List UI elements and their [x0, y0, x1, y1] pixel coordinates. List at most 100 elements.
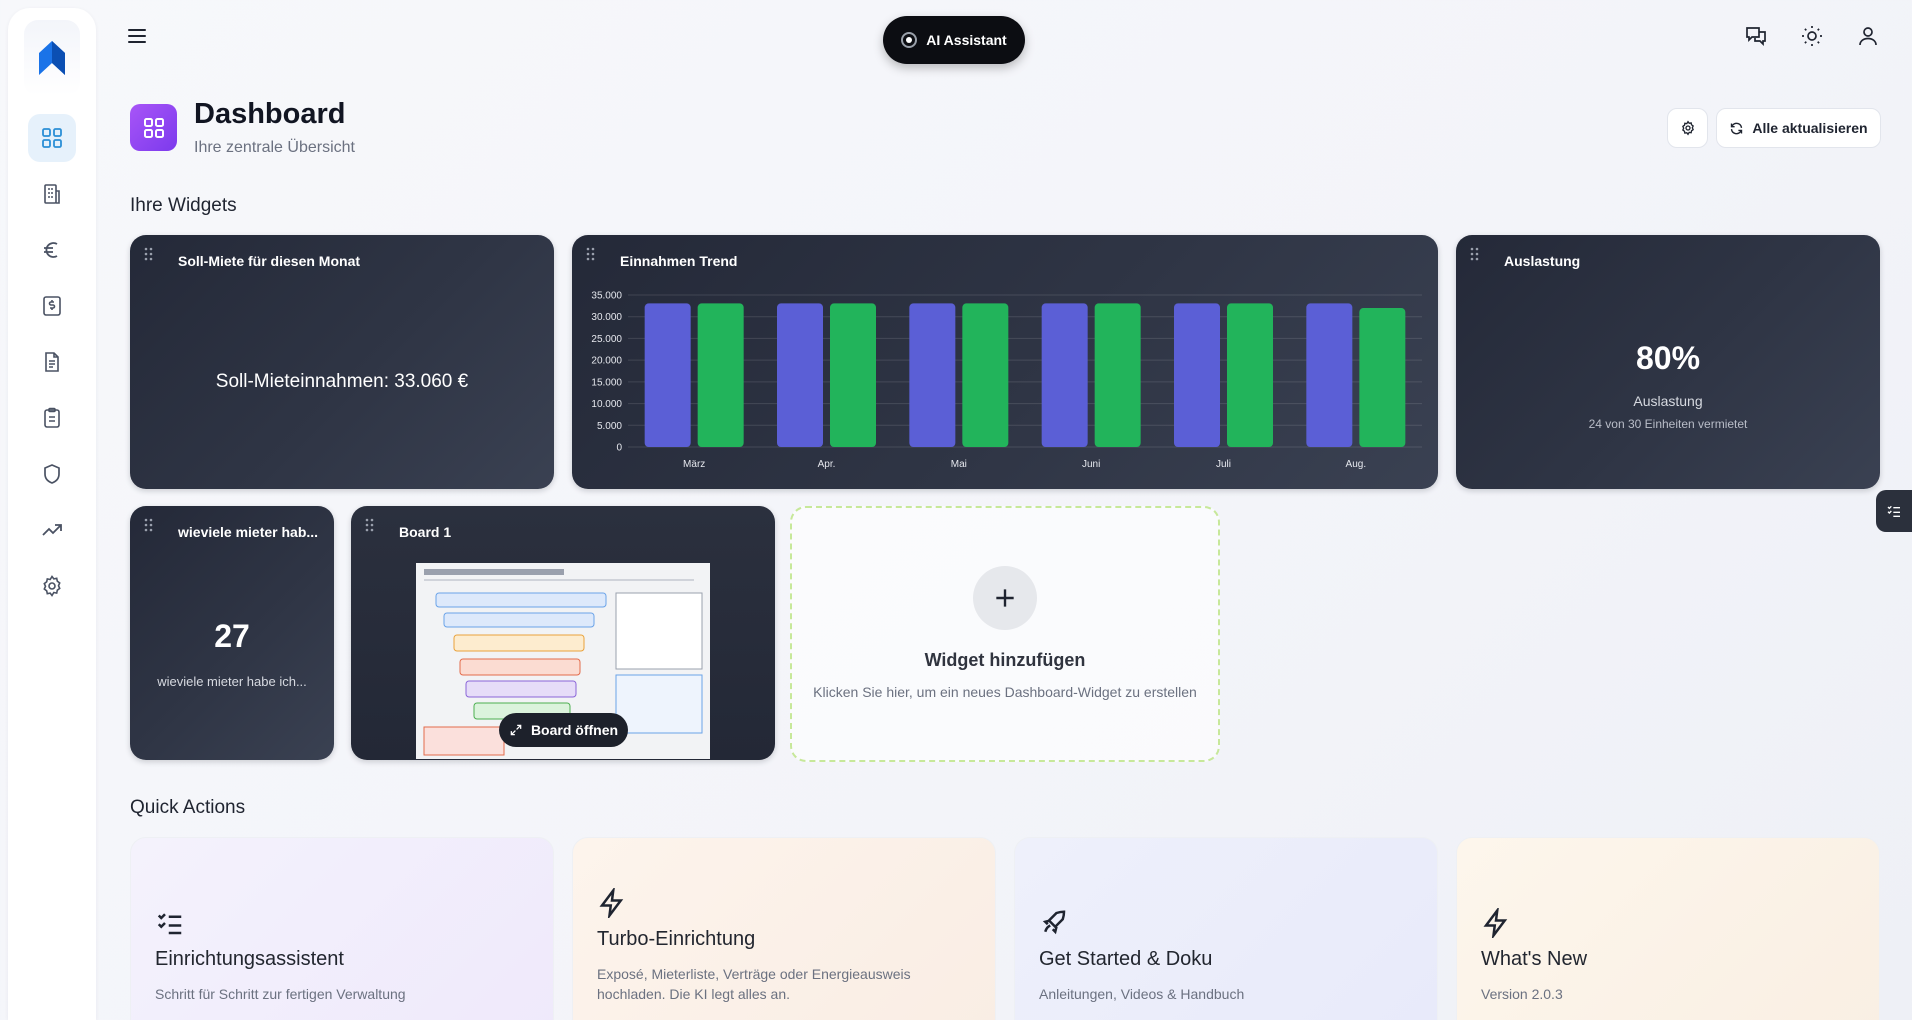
page-icon: [130, 104, 177, 151]
chart-bar[interactable]: [1359, 308, 1406, 447]
ai-assistant-button[interactable]: AI Assistant: [883, 16, 1025, 64]
expand-icon: [510, 724, 522, 736]
add-widget-card[interactable]: Widget hinzufügen Klicken Sie hier, um e…: [790, 506, 1220, 762]
drag-handle-icon[interactable]: [365, 518, 375, 532]
trending-up-icon: [42, 524, 62, 536]
shield-icon: [44, 464, 60, 484]
chart-bar[interactable]: [962, 303, 1009, 447]
rocket-icon: [1042, 910, 1066, 935]
widget-mieter-count[interactable]: wieviele mieter hab... 27 wieviele miete…: [130, 506, 334, 760]
mieter-sub: wieviele mieter habe ich...: [157, 674, 307, 689]
quick-action-subtitle: Version 2.0.3: [1481, 986, 1563, 1002]
quick-action-title: Einrichtungsassistent: [155, 948, 344, 970]
y-tick-label: 25.000: [591, 334, 622, 345]
refresh-all-button[interactable]: Alle aktualisieren: [1716, 108, 1881, 148]
quick-action-subtitle: Schritt für Schritt zur fertigen Verwalt…: [155, 986, 406, 1002]
x-tick-label: Aug.: [1346, 459, 1367, 470]
quick-action-title: Turbo-Einrichtung: [597, 928, 756, 950]
x-tick-label: Juni: [1082, 459, 1100, 470]
side-panel-toggle[interactable]: [1876, 490, 1912, 532]
drag-handle-icon[interactable]: [144, 518, 154, 532]
document-icon: [45, 352, 59, 372]
plus-icon: [996, 589, 1014, 607]
app-logo[interactable]: [24, 20, 80, 96]
y-tick-label: 30.000: [591, 312, 622, 323]
user-icon: [1859, 27, 1877, 46]
clipboard-icon: [44, 407, 60, 428]
widget-auslastung[interactable]: Auslastung 80% Auslastung 24 von 30 Einh…: [1456, 235, 1880, 489]
chart-bar[interactable]: [1227, 303, 1273, 447]
x-tick-label: März: [683, 459, 705, 470]
x-tick-label: Juli: [1216, 459, 1231, 470]
y-tick-label: 5.000: [597, 421, 622, 432]
widget-title: wieviele mieter hab...: [178, 524, 319, 540]
gear-icon: [43, 575, 61, 597]
page-title: Dashboard: [194, 98, 346, 130]
sidebar-item-documents[interactable]: [28, 338, 76, 386]
dashboard-settings-button[interactable]: [1667, 108, 1708, 148]
sidebar-nav: [8, 114, 96, 618]
quick-actions-section-title: Quick Actions: [130, 797, 246, 818]
widget-title: Board 1: [399, 524, 452, 540]
quick-action-subtitle: Anleitungen, Videos & Handbuch: [1039, 986, 1245, 1002]
chart-bar[interactable]: [909, 303, 956, 447]
checklist-icon: [1887, 505, 1900, 517]
refresh-icon: [1731, 122, 1743, 134]
einnahmen-chart: 0 5.000 10.000 15.000 20.000 25.000 30.000 35.0…: [591, 291, 1422, 470]
quick-action-title: What's New: [1481, 948, 1588, 970]
y-tick-label: 35.000: [591, 291, 622, 302]
quick-action-turbo-einrichtung[interactable]: Turbo-Einrichtung Exposé, Mieterliste, V…: [572, 837, 996, 1020]
top-bar: AI Assistant: [104, 0, 1912, 74]
menu-icon: [128, 29, 146, 43]
ai-assistant-label: AI Assistant: [926, 32, 1007, 48]
chat-icon: [1746, 27, 1766, 47]
chart-bar[interactable]: [697, 303, 744, 447]
sidebar-item-tasks[interactable]: [28, 394, 76, 442]
quick-action-get-started[interactable]: Get Started & Doku Anleitungen, Videos &…: [1014, 837, 1438, 1020]
y-tick-label: 10.000: [591, 399, 622, 410]
chart-bar[interactable]: [777, 303, 823, 447]
dashboard-grid-icon: [42, 128, 62, 148]
y-tick-label: 20.000: [591, 356, 622, 367]
chat-button[interactable]: [1744, 24, 1768, 48]
x-tick-label: Mai: [951, 459, 967, 470]
auslastung-label: Auslastung: [1633, 393, 1703, 409]
x-tick-label: Apr.: [818, 459, 836, 470]
add-widget-button[interactable]: [973, 566, 1037, 630]
sidebar-item-analytics[interactable]: [28, 506, 76, 554]
menu-button[interactable]: [128, 24, 154, 48]
widget-title: Auslastung: [1504, 253, 1581, 269]
chart-bar[interactable]: [1094, 303, 1141, 447]
dollar-document-icon: [43, 296, 61, 316]
drag-handle-icon[interactable]: [144, 247, 154, 261]
drag-handle-icon[interactable]: [1470, 247, 1480, 261]
chart-bar[interactable]: [1041, 303, 1088, 447]
page-subtitle: Ihre zentrale Übersicht: [194, 139, 355, 156]
sidebar-item-dashboard[interactable]: [28, 114, 76, 162]
widget-title: Soll-Miete für diesen Monat: [178, 253, 361, 269]
chart-bar[interactable]: [1306, 303, 1353, 447]
chart-bar[interactable]: [830, 303, 876, 447]
user-menu-button[interactable]: [1856, 24, 1880, 48]
sidebar-item-settings[interactable]: [28, 562, 76, 610]
sidebar-item-insurance[interactable]: [28, 450, 76, 498]
chart-bar[interactable]: [644, 303, 691, 447]
ai-icon: [901, 32, 918, 48]
theme-toggle-button[interactable]: [1800, 24, 1824, 48]
add-widget-title: Widget hinzufügen: [924, 650, 1086, 670]
quick-action-whats-new[interactable]: What's New Version 2.0.3: [1456, 837, 1880, 1020]
euro-icon: [44, 242, 58, 258]
widget-soll-miete[interactable]: Soll-Miete für diesen Monat Soll-Mietein…: [130, 235, 554, 489]
sidebar-item-finance[interactable]: [28, 226, 76, 274]
lightning-icon: [1483, 908, 1508, 938]
board-open-button[interactable]: Board öffnen: [499, 713, 628, 747]
widget-board[interactable]: Board 1 Board öffnen: [351, 506, 775, 760]
sidebar-item-properties[interactable]: [28, 170, 76, 218]
widget-einnahmen-trend[interactable]: Einnahmen Trend 0 5.000 10.000 15.000 20.000…: [572, 235, 1438, 489]
checklist-icon: [157, 913, 182, 935]
chart-bar[interactable]: [1174, 303, 1220, 447]
sidebar-item-payments[interactable]: [28, 282, 76, 330]
quick-action-einrichtungsassistent[interactable]: Einrichtungsassistent Schritt für Schrit…: [130, 837, 554, 1020]
add-widget-subtitle: Klicken Sie hier, um ein neues Dashboard…: [813, 684, 1197, 700]
lightning-icon: [599, 888, 624, 918]
